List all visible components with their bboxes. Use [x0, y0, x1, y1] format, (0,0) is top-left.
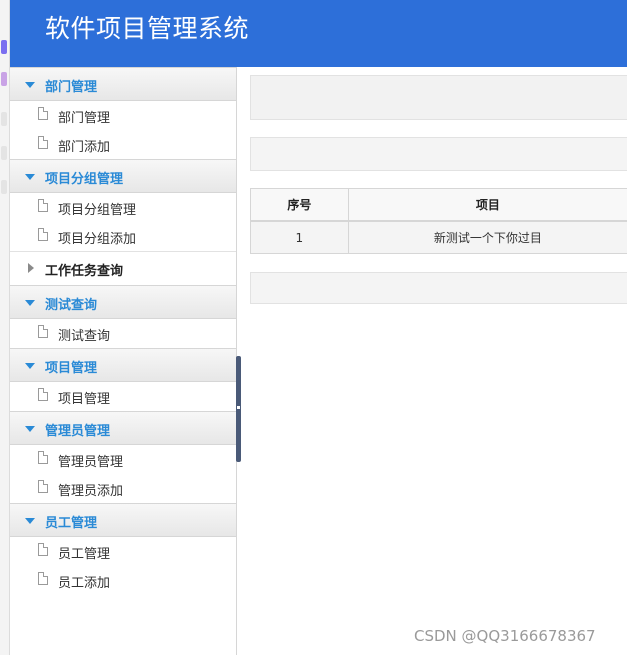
- table-row[interactable]: 1 新测试一个下你过目: [251, 222, 627, 253]
- sidebar-group-admin[interactable]: 管理员管理: [10, 411, 236, 445]
- app-title: 软件项目管理系统: [45, 14, 250, 43]
- sidebar-item-label: 员工管理: [58, 547, 111, 562]
- search-panel: [250, 137, 627, 171]
- splitter-grip-icon: [237, 406, 240, 409]
- app-window: 软件项目管理系统 部门管理 部门管理 部门添加 项目分组管理 项目分组管理 项目…: [0, 0, 627, 655]
- sidebar-group-label: 员工管理: [45, 516, 98, 531]
- sidebar-item-label: 项目管理: [58, 392, 111, 407]
- app-header: 软件项目管理系统: [10, 0, 627, 67]
- sidebar-group-task-query[interactable]: 工作任务查询: [10, 251, 236, 285]
- sidebar-group-label: 项目管理: [45, 361, 98, 376]
- document-icon: [38, 388, 48, 401]
- caret-right-icon: [28, 263, 34, 273]
- watermark-text: CSDN @QQ3166678367: [414, 627, 596, 645]
- document-icon: [38, 451, 48, 464]
- document-icon: [38, 199, 48, 212]
- sidebar-group-label: 管理员管理: [45, 424, 111, 439]
- sidebar-item-label: 项目分组管理: [58, 203, 137, 218]
- document-icon: [38, 228, 48, 241]
- sidebar-item-project-manage[interactable]: 项目管理: [10, 382, 236, 411]
- sidebar-item-employee-add[interactable]: 员工添加: [10, 566, 236, 595]
- sidebar-item-label: 测试查询: [58, 329, 111, 344]
- sidebar-group-test-query[interactable]: 测试查询: [10, 285, 236, 319]
- sidebar-group-employee[interactable]: 员工管理: [10, 503, 236, 537]
- document-icon: [38, 136, 48, 149]
- table-cell-project: 新测试一个下你过目: [433, 231, 542, 245]
- edge-tab[interactable]: [1, 72, 7, 86]
- caret-down-icon: [25, 174, 35, 180]
- sidebar-item-project-group-add[interactable]: 项目分组添加: [10, 222, 236, 251]
- sidebar-item-admin-add[interactable]: 管理员添加: [10, 474, 236, 503]
- sidebar-group-project-group[interactable]: 项目分组管理: [10, 159, 236, 193]
- sidebar-item-test-query[interactable]: 测试查询: [10, 319, 236, 348]
- caret-down-icon: [25, 426, 35, 432]
- sidebar-nav: 部门管理 部门管理 部门添加 项目分组管理 项目分组管理 项目分组添加 工作任务…: [10, 67, 237, 655]
- document-icon: [38, 325, 48, 338]
- sidebar-item-department-add[interactable]: 部门添加: [10, 130, 236, 159]
- sidebar-item-project-group-manage[interactable]: 项目分组管理: [10, 193, 236, 222]
- caret-down-icon: [25, 363, 35, 369]
- sidebar-item-label: 员工添加: [58, 576, 111, 591]
- sidebar-item-label: 部门添加: [58, 140, 111, 155]
- pagination-bar: [250, 272, 627, 304]
- main-content: 序号 项目 1 新测试一个下你过目: [241, 67, 627, 655]
- document-icon: [38, 107, 48, 120]
- toolbar-panel: [250, 75, 627, 120]
- sidebar-group-department[interactable]: 部门管理: [10, 67, 236, 101]
- sidebar-item-admin-manage[interactable]: 管理员管理: [10, 445, 236, 474]
- caret-down-icon: [25, 300, 35, 306]
- edge-tab[interactable]: [1, 180, 7, 194]
- document-icon: [38, 480, 48, 493]
- sidebar-group-label: 测试查询: [45, 298, 98, 313]
- sidebar-item-label: 项目分组添加: [58, 232, 137, 247]
- sidebar-item-department-manage[interactable]: 部门管理: [10, 101, 236, 130]
- data-table: 序号 项目 1 新测试一个下你过目: [250, 188, 627, 254]
- sidebar-group-label: 项目分组管理: [45, 172, 124, 187]
- caret-down-icon: [25, 518, 35, 524]
- sidebar-item-label: 管理员添加: [58, 484, 124, 499]
- column-header-index[interactable]: 序号: [251, 189, 349, 220]
- column-header-project[interactable]: 项目: [349, 189, 627, 220]
- edge-tab[interactable]: [1, 112, 7, 126]
- left-edge-strip: [0, 0, 10, 655]
- edge-tab[interactable]: [1, 40, 7, 54]
- document-icon: [38, 543, 48, 556]
- sidebar-item-employee-manage[interactable]: 员工管理: [10, 537, 236, 566]
- table-header-row: 序号 项目: [251, 189, 627, 222]
- sidebar-item-label: 管理员管理: [58, 455, 124, 470]
- caret-down-icon: [25, 82, 35, 88]
- sidebar-group-project[interactable]: 项目管理: [10, 348, 236, 382]
- sidebar-group-label: 部门管理: [45, 80, 98, 95]
- sidebar-item-label: 部门管理: [58, 111, 111, 126]
- document-icon: [38, 572, 48, 585]
- edge-tab[interactable]: [1, 146, 7, 160]
- table-cell-index: 1: [251, 222, 349, 253]
- sidebar-group-label: 工作任务查询: [45, 264, 124, 279]
